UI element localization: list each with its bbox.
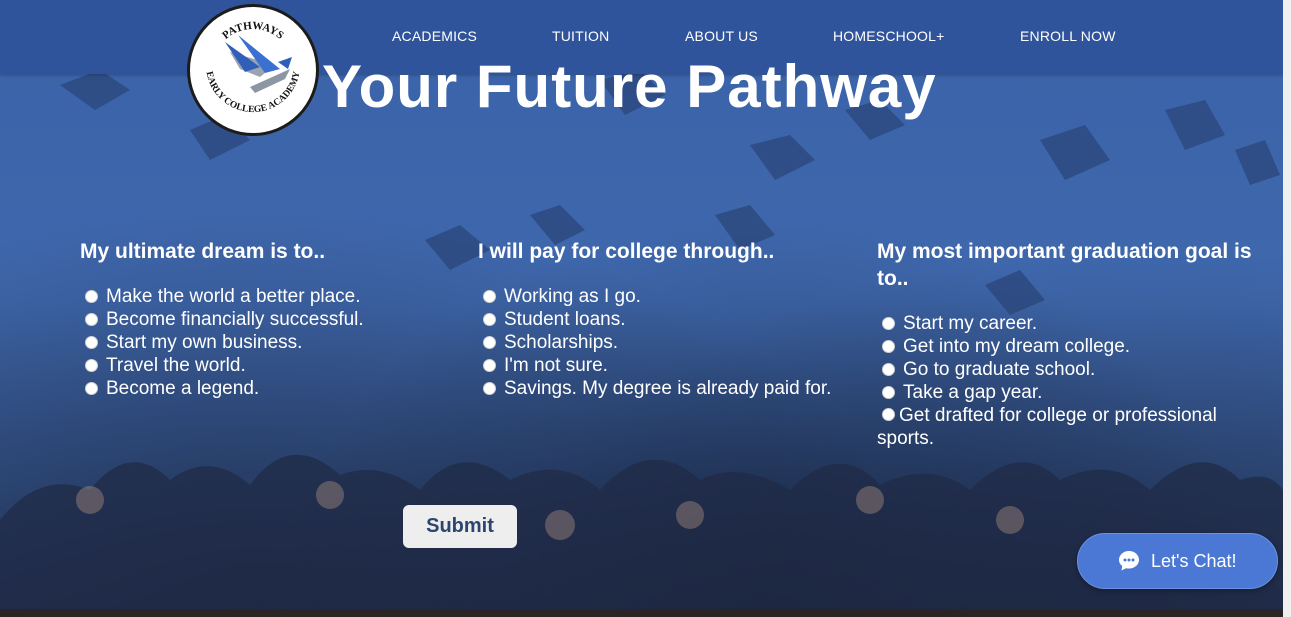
option-label: Start my own business.	[106, 331, 303, 353]
logo-top-text: PATHWAYS	[220, 20, 286, 42]
radio-button[interactable]	[85, 313, 98, 326]
question-dream-heading: My ultimate dream is to..	[80, 240, 326, 263]
radio-button[interactable]	[483, 336, 496, 349]
option-goal-3[interactable]: Go to graduate school.	[877, 358, 1272, 381]
logo-bottom-text: EARLY COLLEGE ACADEMY	[204, 70, 303, 115]
submit-button[interactable]: Submit	[403, 505, 517, 548]
radio-button[interactable]	[882, 407, 895, 421]
radio-button[interactable]	[882, 317, 895, 330]
question-payment-options: Working as I go. Student loans. Scholars…	[478, 285, 868, 400]
option-goal-5[interactable]: Get drafted for college or professional …	[877, 404, 1272, 450]
option-dream-3[interactable]: Start my own business.	[80, 331, 440, 354]
nav-enroll-now[interactable]: ENROLL NOW	[1020, 28, 1116, 44]
option-payment-5[interactable]: Savings. My degree is already paid for.	[478, 377, 868, 400]
radio-button[interactable]	[483, 313, 496, 326]
option-label: Working as I go.	[504, 285, 641, 307]
option-label: Travel the world.	[106, 354, 246, 376]
radio-button[interactable]	[483, 359, 496, 372]
option-goal-1[interactable]: Start my career.	[877, 312, 1272, 335]
radio-button[interactable]	[85, 290, 98, 303]
question-goal-options: Start my career. Get into my dream colle…	[877, 312, 1272, 450]
option-label: Take a gap year.	[903, 381, 1043, 403]
school-logo-emblem: PATHWAYS EARLY COLLEGE ACADEMY	[204, 20, 303, 115]
option-dream-2[interactable]: Become financially successful.	[80, 308, 440, 331]
radio-button[interactable]	[483, 290, 496, 303]
option-payment-3[interactable]: Scholarships.	[478, 331, 868, 354]
radio-button[interactable]	[882, 386, 895, 399]
option-label: Start my career.	[903, 312, 1038, 334]
option-dream-1[interactable]: Make the world a better place.	[80, 285, 440, 308]
option-label: Savings. My degree is already paid for.	[504, 377, 832, 399]
option-goal-2[interactable]: Get into my dream college.	[877, 335, 1272, 358]
svg-text:PATHWAYS: PATHWAYS	[220, 20, 286, 42]
option-label: I'm not sure.	[504, 354, 608, 376]
option-payment-4[interactable]: I'm not sure.	[478, 354, 868, 377]
nav-about-us[interactable]: ABOUT US	[685, 28, 758, 44]
option-payment-1[interactable]: Working as I go.	[478, 285, 868, 308]
question-payment-heading: I will pay for college through..	[478, 240, 775, 263]
question-goal: My most important graduation goal is to.…	[877, 238, 1272, 450]
scrollbar[interactable]	[1283, 0, 1291, 617]
question-goal-heading: My most important graduation goal is to.…	[877, 240, 1252, 290]
question-dream: My ultimate dream is to.. Make the world…	[80, 238, 440, 400]
chat-button[interactable]: Let's Chat!	[1077, 533, 1278, 589]
option-label: Student loans.	[504, 308, 626, 330]
option-dream-4[interactable]: Travel the world.	[80, 354, 440, 377]
question-dream-options: Make the world a better place. Become fi…	[80, 285, 440, 400]
svg-text:EARLY COLLEGE ACADEMY: EARLY COLLEGE ACADEMY	[204, 70, 303, 115]
option-label: Go to graduate school.	[903, 358, 1096, 380]
option-label: Get into my dream college.	[903, 335, 1131, 357]
option-label: Scholarships.	[504, 331, 619, 353]
radio-button[interactable]	[85, 359, 98, 372]
page-bottom-edge	[0, 609, 1283, 617]
radio-button[interactable]	[882, 363, 895, 376]
radio-button[interactable]	[85, 336, 98, 349]
option-goal-4[interactable]: Take a gap year.	[877, 381, 1272, 404]
chat-bubble-icon	[1119, 551, 1139, 571]
radio-button[interactable]	[85, 382, 98, 395]
nav-homeschool-plus[interactable]: HOMESCHOOL+	[833, 28, 945, 44]
nav-tuition[interactable]: TUITION	[552, 28, 609, 44]
school-logo[interactable]: PATHWAYS EARLY COLLEGE ACADEMY	[187, 4, 319, 136]
option-label: Get drafted for college or professional …	[877, 405, 1217, 449]
option-label: Make the world a better place.	[106, 285, 361, 307]
radio-button[interactable]	[483, 382, 496, 395]
question-payment: I will pay for college through.. Working…	[478, 238, 868, 400]
nav-academics[interactable]: ACADEMICS	[392, 28, 477, 44]
option-dream-5[interactable]: Become a legend.	[80, 377, 440, 400]
option-payment-2[interactable]: Student loans.	[478, 308, 868, 331]
chat-label: Let's Chat!	[1151, 550, 1237, 571]
option-label: Become a legend.	[106, 377, 260, 399]
hero-title: Your Future Pathway	[322, 53, 937, 120]
radio-button[interactable]	[882, 340, 895, 353]
option-label: Become financially successful.	[106, 308, 364, 330]
